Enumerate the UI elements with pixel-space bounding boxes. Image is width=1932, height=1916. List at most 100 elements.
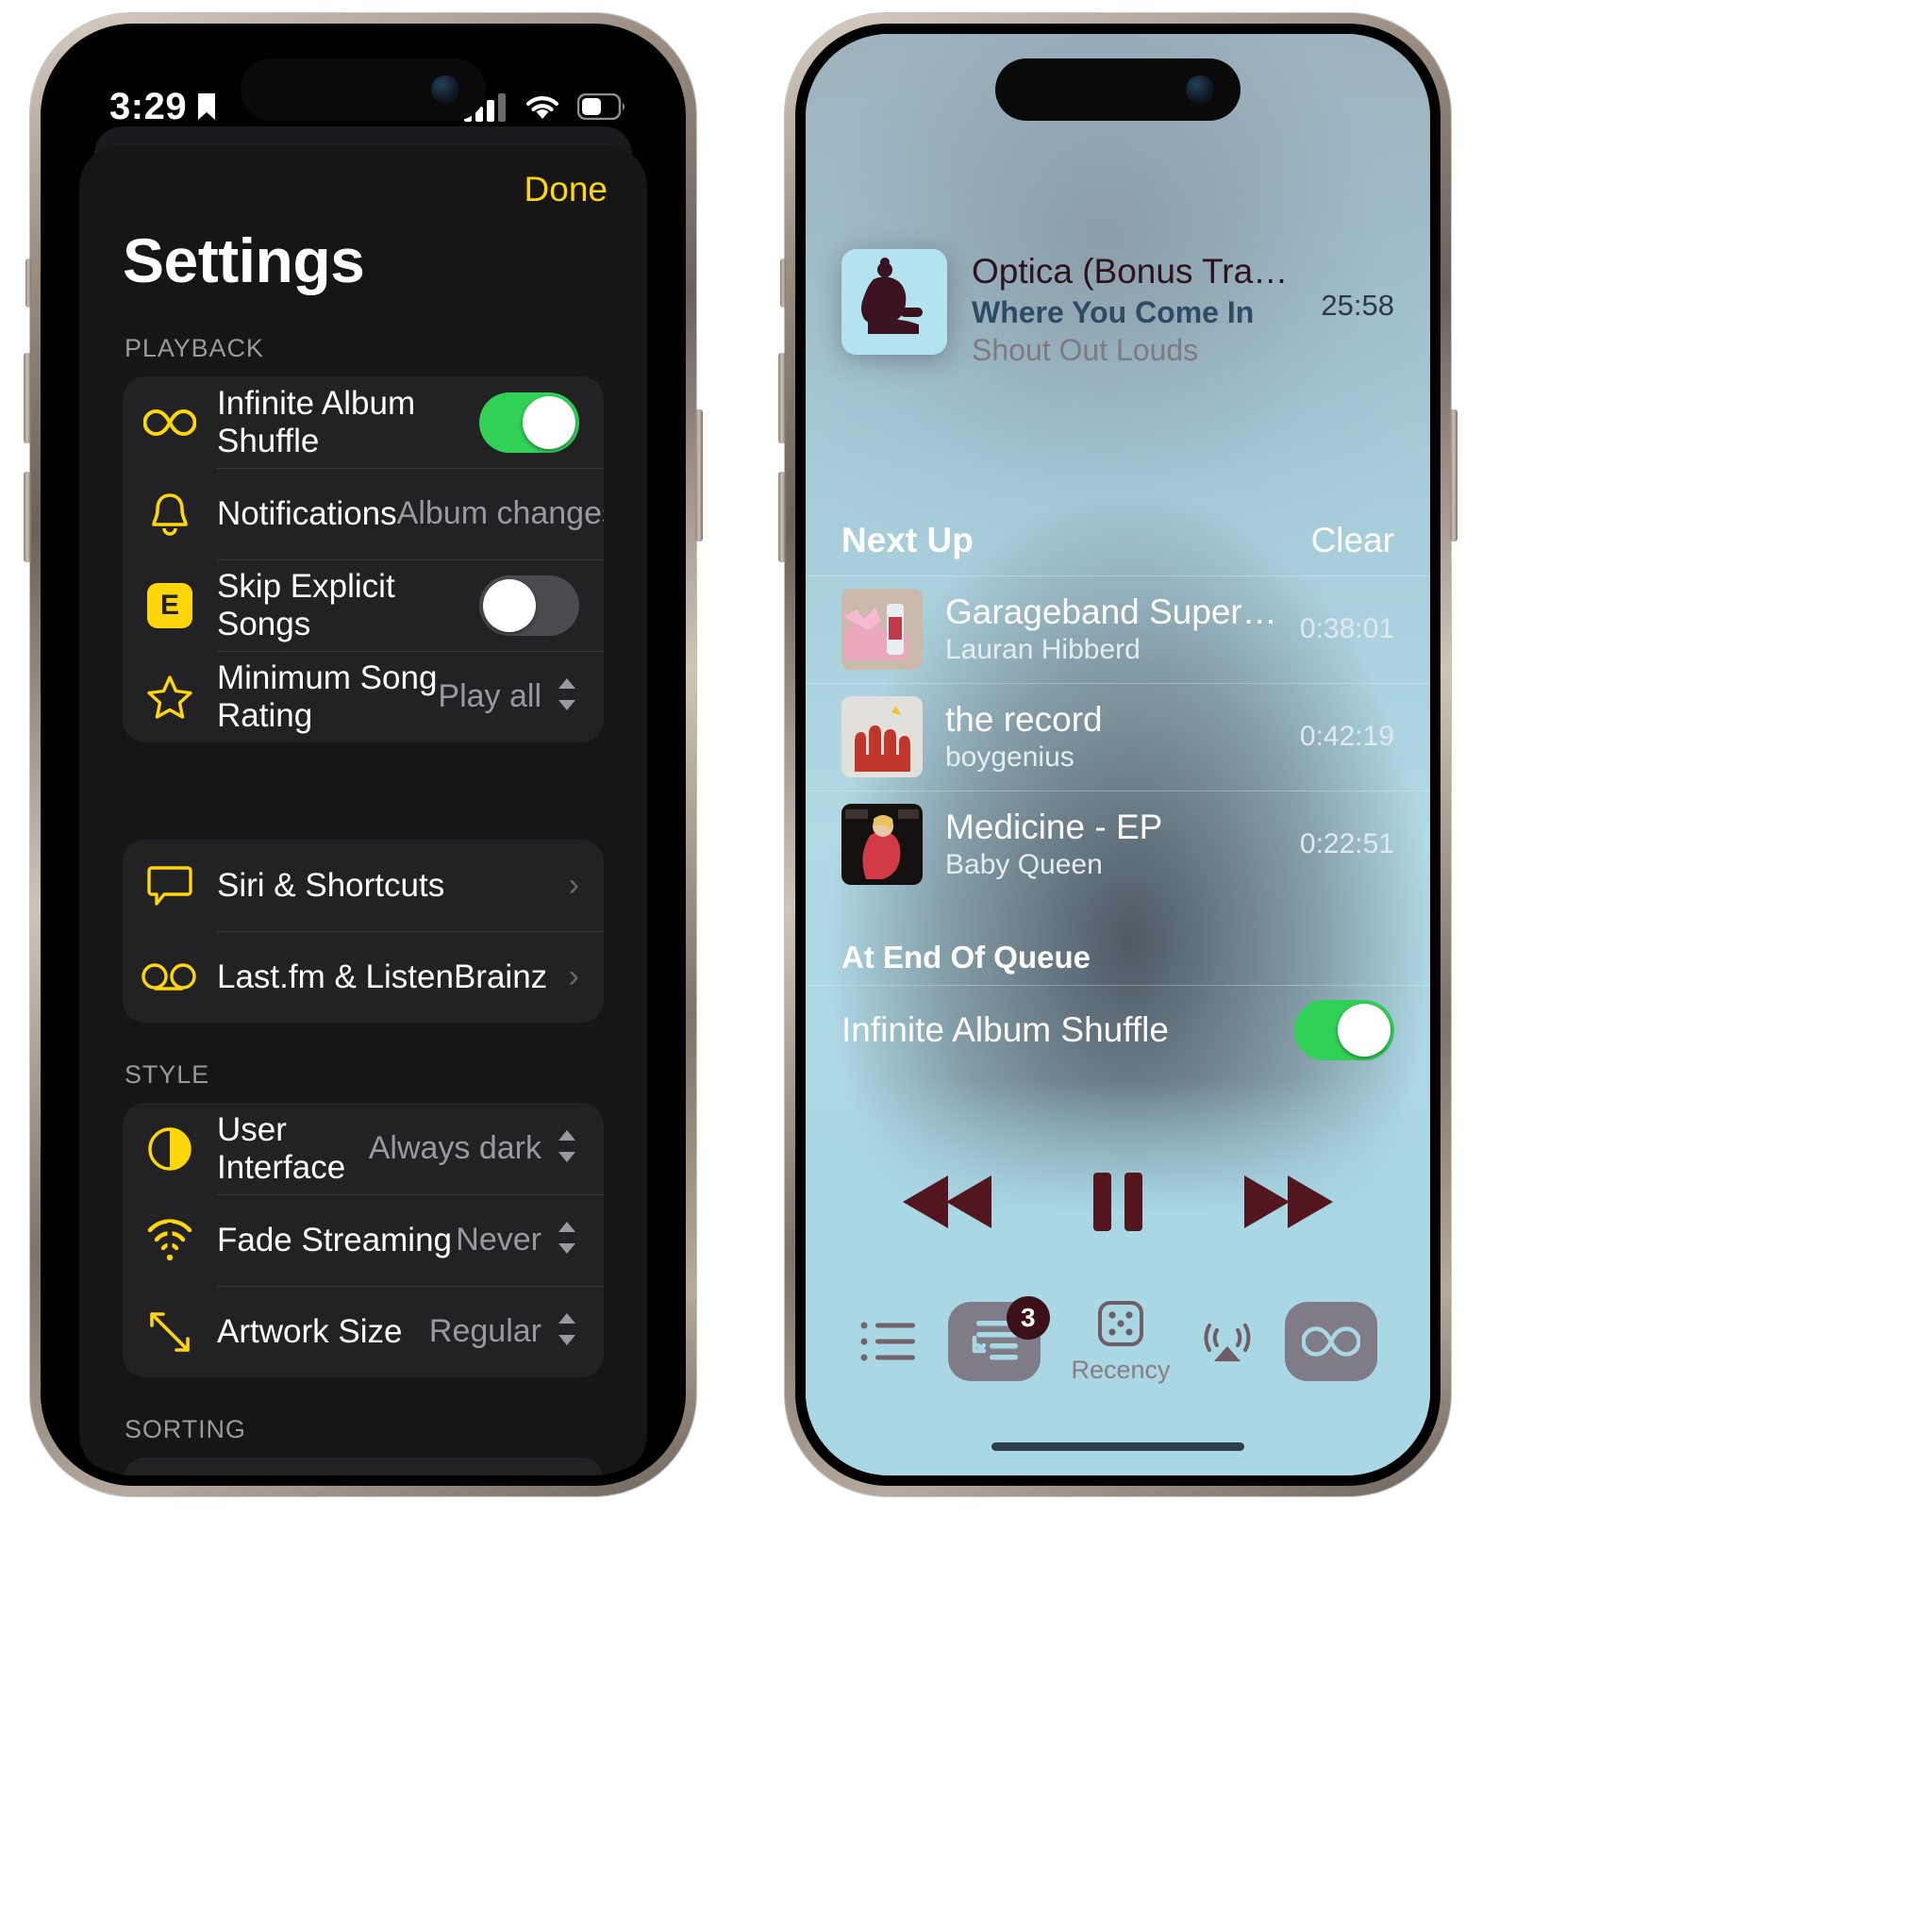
mute-switch[interactable]: [25, 258, 31, 308]
setting-row-artwork-size[interactable]: Artwork Size Regular: [123, 1286, 604, 1377]
clear-queue-button[interactable]: Clear: [1311, 521, 1394, 560]
queue-item[interactable]: the record boygenius 0:42:19: [806, 683, 1430, 791]
explicit-badge-icon: E: [123, 582, 217, 628]
settings-group-style: User Interface Always dark Fade Streamin…: [123, 1103, 604, 1377]
queue-item[interactable]: Garageband Superstar Lauran Hibberd 0:38…: [806, 575, 1430, 683]
end-of-queue-header: At End Of Queue: [841, 940, 1091, 975]
tab-bar: 3 Recency: [806, 1295, 1430, 1385]
setting-label: Minimum Song Rating: [217, 658, 438, 734]
infinite-album-shuffle-toggle[interactable]: [479, 392, 579, 453]
chevron-updown-icon: [555, 675, 579, 719]
now-playing-album: Where You Come In: [972, 295, 1255, 329]
pause-icon[interactable]: [1088, 1169, 1148, 1240]
right-screen: Optica (Bonus Track Version) Where You C…: [806, 34, 1430, 1475]
volume-down-button[interactable]: [778, 472, 786, 562]
right-phone-frame: Optica (Bonus Track Version) Where You C…: [778, 13, 1457, 1496]
done-button[interactable]: Done: [525, 170, 608, 209]
setting-row-siri-shortcuts[interactable]: Siri & Shortcuts ›: [123, 840, 604, 931]
settings-group-playback: Infinite Album Shuffle Notifications Alb…: [123, 376, 604, 742]
user-interface-value[interactable]: Always dark: [369, 1130, 541, 1167]
now-playing-header[interactable]: Optica (Bonus Track Version) Where You C…: [806, 249, 1430, 368]
setting-label: Fade Streaming: [217, 1221, 453, 1258]
wifi-fade-icon: [123, 1218, 217, 1262]
front-camera-icon: [431, 75, 459, 104]
setting-row-infinite-album-shuffle[interactable]: Infinite Album Shuffle: [123, 376, 604, 468]
setting-label: Skip Explicit Songs: [217, 567, 395, 642]
rewind-icon[interactable]: [899, 1170, 1001, 1239]
dice-icon: [1097, 1301, 1143, 1346]
queue-item-metadata: Garageband Superstar Lauran Hibberd: [945, 592, 1277, 666]
tab-list[interactable]: [858, 1318, 917, 1365]
bottom-fade-overlay: [806, 1079, 1430, 1475]
queue-header: Next Up Clear: [806, 521, 1430, 575]
chevron-right-icon: ›: [568, 958, 579, 994]
tab-airplay[interactable]: [1201, 1318, 1254, 1365]
scrobble-icon: [123, 961, 217, 993]
clock-label: 3:29: [109, 85, 188, 127]
setting-label: Infinite Album Shuffle: [217, 384, 416, 459]
infinity-icon: [123, 407, 217, 439]
tab-infinite-shuffle[interactable]: [1284, 1301, 1377, 1381]
bell-icon: [123, 491, 217, 538]
resize-arrows-icon: [123, 1308, 217, 1356]
setting-label: Notifications: [217, 494, 397, 532]
speech-bubble-icon: [123, 864, 217, 908]
infinity-icon[interactable]: [1284, 1301, 1377, 1381]
setting-row-skip-explicit-songs[interactable]: E Skip Explicit Songs: [123, 559, 604, 651]
queue-title: Next Up: [841, 521, 974, 559]
minimum-song-rating-value[interactable]: Play all: [438, 678, 541, 715]
contrast-circle-icon: [123, 1125, 217, 1173]
queue-icon[interactable]: 3: [947, 1295, 1050, 1381]
right-phone-bezel: Optica (Bonus Track Version) Where You C…: [795, 24, 1441, 1486]
setting-row-dictionary[interactable]: A Dictionary ›: [123, 1458, 604, 1475]
notifications-value[interactable]: Album changes: [397, 495, 604, 532]
fade-streaming-value[interactable]: Never: [456, 1222, 541, 1258]
tab-queue[interactable]: 3: [947, 1295, 1050, 1381]
queue-item-title: the record: [945, 700, 1103, 739]
queue-item-duration: 0:38:01: [1299, 613, 1394, 644]
settings-group-integrations: Siri & Shortcuts › Last.fm & ListenBrain…: [123, 840, 604, 1023]
chevron-right-icon: ›: [568, 867, 579, 903]
power-button[interactable]: [1450, 409, 1457, 541]
left-phone-frame: 3:29 Done Settings PLAYBACK Infinite Alb…: [24, 13, 703, 1496]
mute-switch[interactable]: [780, 258, 786, 308]
setting-label: Siri & Shortcuts: [217, 866, 445, 904]
home-indicator[interactable]: [991, 1442, 1244, 1451]
bookmark-icon: [198, 93, 216, 120]
volume-down-button[interactable]: [24, 472, 31, 562]
section-label-sorting: SORTING: [125, 1415, 246, 1443]
volume-up-button[interactable]: [778, 353, 786, 443]
setting-row-notifications[interactable]: Notifications Album changes: [123, 468, 604, 559]
queue-item[interactable]: Medicine - EP Baby Queen 0:22:51: [806, 791, 1430, 898]
left-screen: 3:29 Done Settings PLAYBACK Infinite Alb…: [51, 34, 675, 1475]
dynamic-island: [241, 58, 486, 121]
setting-row-user-interface[interactable]: User Interface Always dark: [123, 1103, 604, 1194]
section-label-blank: [79, 742, 647, 840]
fast-forward-icon[interactable]: [1235, 1170, 1337, 1239]
transport-controls: [806, 1169, 1430, 1240]
setting-row-fade-streaming[interactable]: Fade Streaming Never: [123, 1194, 604, 1286]
artwork-size-value[interactable]: Regular: [429, 1313, 541, 1350]
now-playing-artwork[interactable]: [841, 249, 947, 355]
queue-item-artist: Baby Queen: [945, 849, 1103, 880]
power-button[interactable]: [695, 409, 703, 541]
queue-item-artist: Lauran Hibberd: [945, 634, 1141, 665]
tab-shuffle-mode[interactable]: Recency: [1071, 1297, 1171, 1385]
end-of-queue-row[interactable]: Infinite Album Shuffle: [806, 985, 1430, 1079]
queue-item-duration: 0:22:51: [1299, 828, 1394, 859]
status-bar-indicators: [464, 92, 626, 122]
now-playing-time-remaining: 25:58: [1321, 289, 1394, 322]
bullet-list-icon: [860, 1322, 915, 1360]
queue-item-title: Garageband Superstar: [945, 592, 1277, 631]
end-of-queue-infinite-shuffle-toggle[interactable]: [1294, 1000, 1394, 1060]
queue-item-metadata: the record boygenius: [945, 700, 1277, 774]
queue-item-title: Medicine - EP: [945, 808, 1163, 846]
screenshot-stage: 3:29 Done Settings PLAYBACK Infinite Alb…: [0, 0, 1932, 1916]
settings-sheet: Done Settings PLAYBACK Infinite Album Sh…: [79, 145, 647, 1475]
skip-explicit-songs-toggle[interactable]: [479, 575, 579, 636]
setting-row-lastfm-listenbrainz[interactable]: Last.fm & ListenBrainz ›: [123, 931, 604, 1023]
toggle-knob: [1338, 1004, 1391, 1057]
status-bar-time-group: 3:29: [109, 86, 217, 128]
volume-up-button[interactable]: [24, 353, 31, 443]
setting-row-minimum-song-rating[interactable]: Minimum Song Rating Play all: [123, 651, 604, 742]
